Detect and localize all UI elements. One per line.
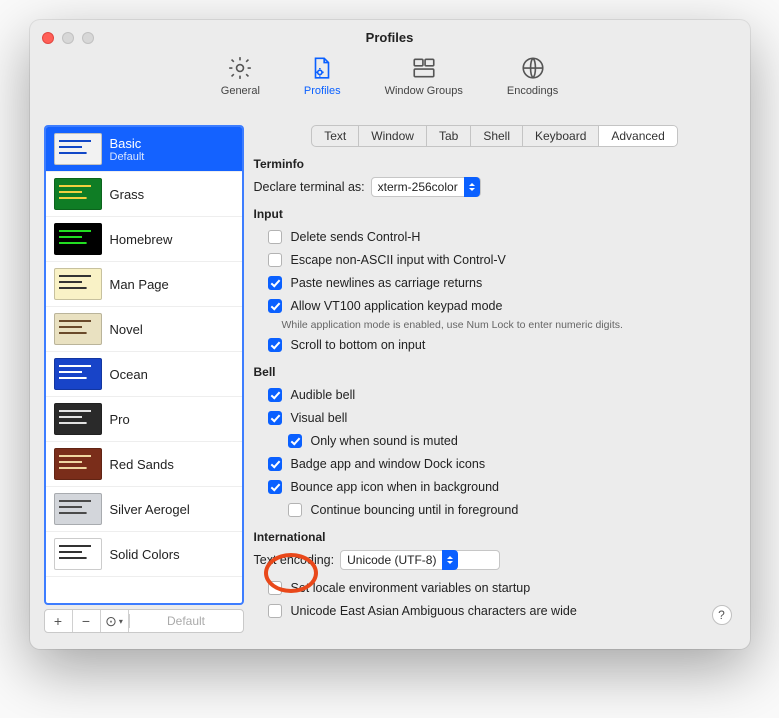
profile-row-novel[interactable]: Novel [46, 307, 242, 352]
profiles-list[interactable]: BasicDefault Grass Homebrew Man Page Novel Oc… [44, 125, 244, 605]
traffic-lights [42, 32, 94, 44]
declare-terminal-select[interactable]: xterm-256color [371, 177, 481, 197]
gear-icon [227, 55, 253, 81]
profile-name: Basic [110, 136, 145, 151]
profile-subtitle: Default [110, 151, 145, 163]
set-locale-checkbox[interactable] [268, 581, 282, 595]
help-button[interactable]: ? [712, 605, 732, 625]
tab-text[interactable]: Text [312, 126, 359, 146]
profile-tabs: TextWindowTabShellKeyboardAdvanced [311, 125, 678, 147]
profile-row-silver-aerogel[interactable]: Silver Aerogel [46, 487, 242, 532]
set-default-button[interactable]: Default [129, 614, 243, 628]
profile-thumbnail [54, 133, 102, 165]
text-encoding-select[interactable]: Unicode (UTF-8) [340, 550, 500, 570]
vt100-keypad-checkbox[interactable] [268, 299, 282, 313]
east-asian-wide-checkbox[interactable] [268, 604, 282, 618]
profile-thumbnail [54, 268, 102, 300]
profile-name: Pro [110, 412, 130, 427]
minimize-button[interactable] [62, 32, 74, 44]
profile-row-grass[interactable]: Grass [46, 172, 242, 217]
chevrons-icon [442, 550, 458, 570]
bell-heading: Bell [254, 365, 736, 379]
document-gear-icon [309, 55, 335, 81]
paste-newlines-checkbox[interactable] [268, 276, 282, 290]
escape-nonascii-checkbox[interactable] [268, 253, 282, 267]
window-groups-icon [411, 55, 437, 81]
profile-name: Ocean [110, 367, 148, 382]
window-title: Profiles [30, 30, 750, 45]
toolbar-profiles[interactable]: Profiles [296, 51, 349, 101]
titlebar: Profiles General Profiles Window Groups … [30, 20, 750, 115]
zoom-button[interactable] [82, 32, 94, 44]
profile-thumbnail [54, 178, 102, 210]
scroll-bottom-checkbox[interactable] [268, 338, 282, 352]
visual-bell-checkbox[interactable] [268, 411, 282, 425]
terminfo-heading: Terminfo [254, 157, 736, 171]
close-button[interactable] [42, 32, 54, 44]
profile-thumbnail [54, 448, 102, 480]
profile-settings-pane: TextWindowTabShellKeyboardAdvanced Termi… [254, 125, 736, 625]
toolbar-encodings[interactable]: Encodings [499, 51, 566, 101]
toolbar-window-groups[interactable]: Window Groups [377, 51, 471, 101]
profile-thumbnail [54, 358, 102, 390]
continue-bounce-checkbox[interactable] [288, 503, 302, 517]
profile-name: Silver Aerogel [110, 502, 190, 517]
tab-tab[interactable]: Tab [427, 126, 471, 146]
globe-icon [520, 55, 546, 81]
profile-row-man-page[interactable]: Man Page [46, 262, 242, 307]
profile-name: Man Page [110, 277, 169, 292]
bounce-bg-checkbox[interactable] [268, 480, 282, 494]
profile-thumbnail [54, 538, 102, 570]
tab-keyboard[interactable]: Keyboard [523, 126, 599, 146]
chevron-down-icon: ▾ [119, 617, 123, 626]
profile-thumbnail [54, 223, 102, 255]
input-heading: Input [254, 207, 736, 221]
profile-row-red-sands[interactable]: Red Sands [46, 442, 242, 487]
tab-shell[interactable]: Shell [471, 126, 523, 146]
delete-ctrl-h-checkbox[interactable] [268, 230, 282, 244]
profile-thumbnail [54, 493, 102, 525]
profile-row-homebrew[interactable]: Homebrew [46, 217, 242, 262]
profile-name: Novel [110, 322, 143, 337]
profile-name: Homebrew [110, 232, 173, 247]
declare-terminal-label: Declare terminal as: [254, 180, 365, 194]
profile-name: Solid Colors [110, 547, 180, 562]
profile-thumbnail [54, 403, 102, 435]
badge-dock-checkbox[interactable] [268, 457, 282, 471]
profile-actions-button[interactable]: ⊙▾ [101, 610, 129, 632]
toolbar-general[interactable]: General [213, 51, 268, 101]
audible-bell-checkbox[interactable] [268, 388, 282, 402]
chevrons-icon [464, 177, 480, 197]
profile-row-ocean[interactable]: Ocean [46, 352, 242, 397]
vt100-hint: While application mode is enabled, use N… [282, 319, 736, 331]
text-encoding-label: Text encoding: [254, 553, 335, 567]
pref-toolbar: General Profiles Window Groups Encodings [30, 45, 750, 111]
tab-advanced[interactable]: Advanced [599, 126, 676, 146]
only-when-muted-checkbox[interactable] [288, 434, 302, 448]
profile-name: Grass [110, 187, 145, 202]
profile-thumbnail [54, 313, 102, 345]
profile-row-basic[interactable]: BasicDefault [46, 127, 242, 172]
tab-window[interactable]: Window [359, 126, 427, 146]
profile-row-solid-colors[interactable]: Solid Colors [46, 532, 242, 577]
international-heading: International [254, 530, 736, 544]
profile-row-pro[interactable]: Pro [46, 397, 242, 442]
remove-profile-button[interactable]: − [73, 610, 101, 632]
profiles-toolbar: + − ⊙▾ Default [44, 609, 244, 633]
preferences-window: Profiles General Profiles Window Groups … [30, 20, 750, 649]
add-profile-button[interactable]: + [45, 610, 73, 632]
profile-name: Red Sands [110, 457, 174, 472]
